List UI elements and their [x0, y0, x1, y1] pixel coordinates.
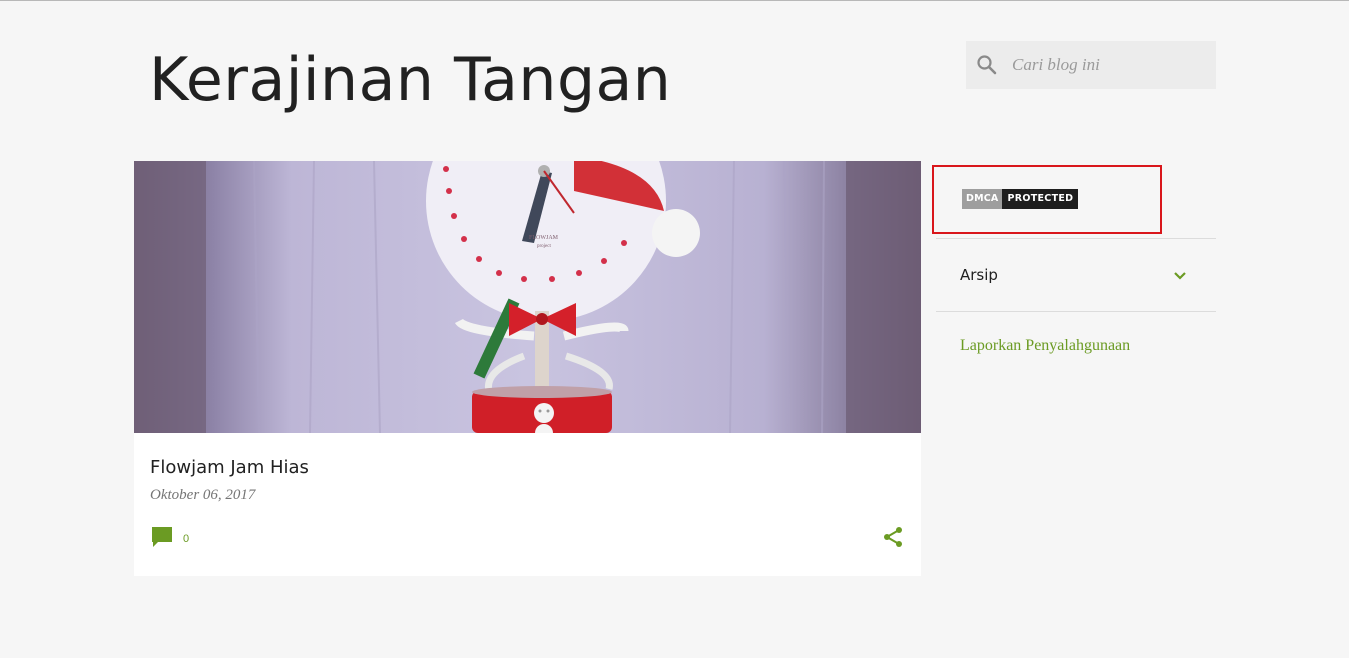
comment-icon [152, 527, 172, 547]
sidebar-divider [936, 311, 1216, 312]
chevron-down-icon [1174, 272, 1186, 280]
sidebar-divider [936, 238, 1216, 239]
post-title[interactable]: Flowjam Jam Hias [150, 457, 309, 478]
search-box[interactable] [966, 41, 1216, 89]
top-border [0, 0, 1349, 1]
archive-label: Arsip [960, 266, 998, 284]
clock-label: FLOWJAM [529, 235, 559, 241]
dmca-widget: DMCA PROTECTED [932, 165, 1162, 234]
comments-button[interactable]: 0 [150, 525, 210, 551]
dmca-badge-right: PROTECTED [1002, 189, 1079, 209]
clock-sublabel: project [537, 244, 551, 249]
archive-toggle[interactable]: Arsip [936, 255, 1216, 295]
dmca-badge[interactable]: DMCA PROTECTED [962, 189, 1079, 209]
post-date[interactable]: Oktober 06, 2017 [150, 487, 255, 504]
post-card: FLOWJAM project Flowjam Jam Hias Oktober… [134, 161, 921, 576]
comment-count: 0 [183, 533, 190, 545]
blog-title[interactable]: Kerajinan Tangan [149, 40, 671, 120]
report-abuse-link[interactable]: Laporkan Penyalahgunaan [960, 337, 1130, 355]
search-icon[interactable] [975, 53, 999, 77]
dmca-badge-left: DMCA [962, 189, 1003, 209]
share-icon[interactable] [881, 525, 905, 549]
search-input[interactable] [1012, 41, 1208, 89]
post-image[interactable]: FLOWJAM project [134, 161, 921, 433]
